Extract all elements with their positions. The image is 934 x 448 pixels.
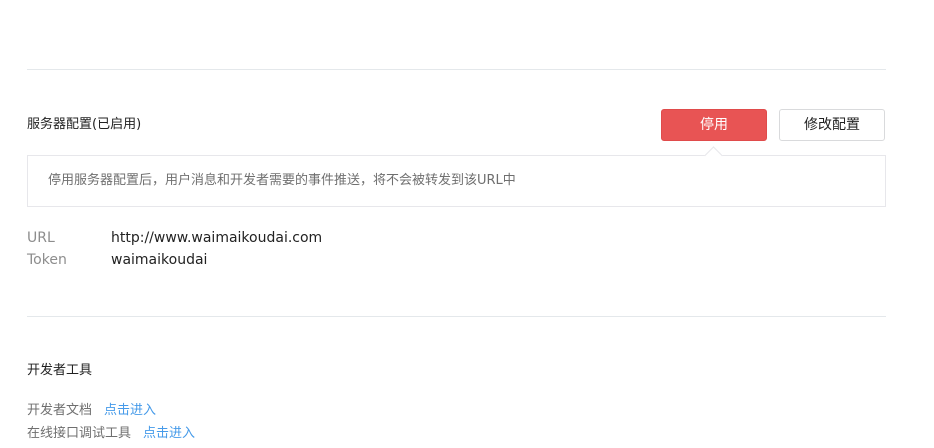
modify-config-button[interactable]: 修改配置 xyxy=(779,109,885,141)
token-label: Token xyxy=(27,252,67,268)
disable-button[interactable]: 停用 xyxy=(661,109,767,141)
api-debug-tool-label: 在线接口调试工具 xyxy=(27,426,132,441)
api-debug-tool-row: 在线接口调试工具 点击进入 xyxy=(27,426,195,442)
token-row: Token waimaikoudai xyxy=(27,251,207,269)
top-divider xyxy=(27,69,886,70)
middle-divider xyxy=(27,316,886,317)
tip-arrow xyxy=(704,146,723,165)
page: 服务器配置(已启用) 停用 修改配置 停用服务器配置后，用户消息和开发者需要的事… xyxy=(0,0,934,448)
developer-docs-label: 开发者文档 xyxy=(27,403,93,418)
url-value: http://www.waimaikoudai.com xyxy=(111,230,323,246)
developer-tools-title: 开发者工具 xyxy=(27,363,93,378)
server-config-title: 服务器配置(已启用) xyxy=(27,117,142,132)
disable-tip-popover: 停用服务器配置后，用户消息和开发者需要的事件推送，将不会被转发到该URL中 xyxy=(27,146,886,207)
token-value: waimaikoudai xyxy=(111,252,208,268)
url-row: URL http://www.waimaikoudai.com xyxy=(27,229,322,247)
api-debug-tool-link[interactable]: 点击进入 xyxy=(143,426,195,441)
developer-docs-row: 开发者文档 点击进入 xyxy=(27,403,156,419)
developer-docs-link[interactable]: 点击进入 xyxy=(104,403,156,418)
disable-tip-text: 停用服务器配置后，用户消息和开发者需要的事件推送，将不会被转发到该URL中 xyxy=(48,173,516,188)
url-label: URL xyxy=(27,230,55,246)
